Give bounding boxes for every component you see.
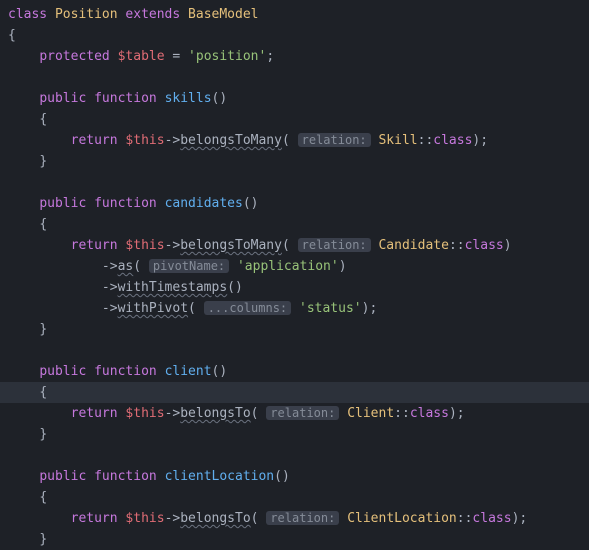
code-line: { xyxy=(0,214,589,235)
variable-this: $this xyxy=(125,133,164,148)
method-as: as xyxy=(118,259,134,274)
blank-line xyxy=(0,67,589,88)
code-line: ->as( pivotName: 'application') xyxy=(0,256,589,277)
code-line: { xyxy=(0,109,589,130)
code-line: return $this->belongsTo( relation: Clien… xyxy=(0,403,589,424)
method-withtimestamps: withTimestamps xyxy=(118,280,228,295)
variable-table: $table xyxy=(118,49,165,64)
function-clientlocation: clientLocation xyxy=(165,469,275,484)
brace-open: { xyxy=(8,28,16,43)
string-application: 'application' xyxy=(237,259,339,274)
hint-relation: relation: xyxy=(266,406,339,420)
class-name-position: Position xyxy=(55,7,118,22)
keyword-function: function xyxy=(94,469,157,484)
code-line: public function clientLocation() xyxy=(0,466,589,487)
code-line: } xyxy=(0,424,589,445)
keyword-public: public xyxy=(39,364,86,379)
code-line: { xyxy=(0,487,589,508)
variable-this: $this xyxy=(125,238,164,253)
method-belongstomany: belongsToMany xyxy=(180,238,282,253)
keyword-function: function xyxy=(94,196,157,211)
hint-relation: relation: xyxy=(298,238,371,252)
code-line: public function candidates() xyxy=(0,193,589,214)
variable-this: $this xyxy=(125,511,164,526)
code-line: return $this->belongsToMany( relation: S… xyxy=(0,130,589,151)
code-line: ->withPivot( ...columns: 'status'); xyxy=(0,298,589,319)
keyword-public: public xyxy=(39,91,86,106)
keyword-extends: extends xyxy=(125,7,180,22)
code-line: ->withTimestamps() xyxy=(0,277,589,298)
class-name-basemodel: BaseModel xyxy=(188,7,258,22)
blank-line xyxy=(0,445,589,466)
hint-pivotname: pivotName: xyxy=(149,259,229,273)
method-withpivot: withPivot xyxy=(118,301,188,316)
code-line-highlighted: { xyxy=(0,382,589,403)
code-line: } xyxy=(0,319,589,340)
code-editor[interactable]: class Position extends BaseModel { prote… xyxy=(0,4,589,550)
keyword-protected: protected xyxy=(39,49,109,64)
variable-this: $this xyxy=(125,406,164,421)
class-clientlocation: ClientLocation xyxy=(347,511,457,526)
function-client: client xyxy=(165,364,212,379)
hint-relation: relation: xyxy=(266,511,339,525)
class-candidate: Candidate xyxy=(378,238,448,253)
keyword-return: return xyxy=(71,511,118,526)
code-line: return $this->belongsToMany( relation: C… xyxy=(0,235,589,256)
blank-line xyxy=(0,172,589,193)
blank-line xyxy=(0,340,589,361)
keyword-public: public xyxy=(39,469,86,484)
code-line: } xyxy=(0,151,589,172)
keyword-return: return xyxy=(71,406,118,421)
hint-relation: relation: xyxy=(298,133,371,147)
keyword-return: return xyxy=(71,238,118,253)
keyword-function: function xyxy=(94,364,157,379)
code-line: return $this->belongsTo( relation: Clien… xyxy=(0,508,589,529)
class-client: Client xyxy=(347,406,394,421)
class-skill: Skill xyxy=(378,133,417,148)
hint-columns: ...columns: xyxy=(204,301,291,315)
method-belongsto: belongsTo xyxy=(180,406,250,421)
keyword-public: public xyxy=(39,196,86,211)
method-belongstomany: belongsToMany xyxy=(180,133,282,148)
function-skills: skills xyxy=(165,91,212,106)
code-line: public function client() xyxy=(0,361,589,382)
code-line: { xyxy=(0,25,589,46)
method-belongsto: belongsTo xyxy=(180,511,250,526)
code-line: public function skills() xyxy=(0,88,589,109)
code-line: class Position extends BaseModel xyxy=(0,4,589,25)
keyword-function: function xyxy=(94,91,157,106)
keyword-class: class xyxy=(8,7,47,22)
function-candidates: candidates xyxy=(165,196,243,211)
keyword-return: return xyxy=(71,133,118,148)
code-line: protected $table = 'position'; xyxy=(0,46,589,67)
string-position: 'position' xyxy=(188,49,266,64)
code-line: } xyxy=(0,529,589,550)
string-status: 'status' xyxy=(299,301,362,316)
